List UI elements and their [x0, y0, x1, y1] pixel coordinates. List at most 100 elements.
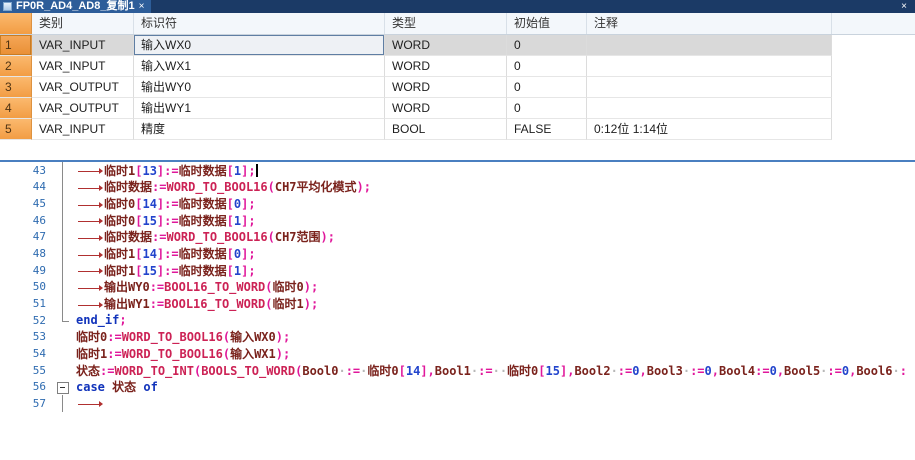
code-token: [ [227, 164, 234, 178]
line-number[interactable]: 46 [0, 214, 52, 227]
comment-cell[interactable]: 0:12位 1:14位 [587, 119, 832, 140]
line-number[interactable]: 44 [0, 180, 52, 193]
type-cell[interactable]: WORD [385, 77, 507, 98]
code-token: := [164, 247, 178, 261]
initial-value-cell[interactable]: FALSE [507, 119, 587, 140]
code-token: 0 [234, 197, 241, 211]
row-number-cell[interactable]: 2 [0, 56, 32, 77]
variable-row[interactable]: 2VAR_INPUT输入WX1WORD0 [0, 56, 915, 77]
category-cell[interactable]: VAR_INPUT [32, 35, 134, 56]
column-header-identifier[interactable]: 标识符 [134, 13, 385, 34]
line-number[interactable]: 56 [0, 380, 52, 393]
category-cell[interactable]: VAR_OUTPUT [32, 77, 134, 98]
line-number[interactable]: 49 [0, 264, 52, 277]
row-number-cell[interactable]: 1 [0, 35, 32, 56]
initial-value-cell[interactable]: 0 [507, 98, 587, 119]
column-header-type[interactable]: 类型 [385, 13, 507, 34]
code-line[interactable]: 50输出WY0:=BOOL16_TO_WORD(临时0); [0, 279, 915, 296]
code-token: 输入WX0 [230, 330, 276, 344]
identifier-cell[interactable]: 输入WX1 [134, 56, 385, 77]
code-token: case [76, 380, 105, 394]
code-line[interactable]: 43临时1[13]:=临时数据[1]; [0, 162, 915, 179]
comment-cell[interactable] [587, 35, 832, 56]
table-corner-cell[interactable] [0, 13, 32, 34]
category-cell[interactable]: VAR_INPUT [32, 56, 134, 77]
code-text: 临时0[15]:=临时数据[1]; [72, 212, 915, 229]
initial-value-cell[interactable]: 0 [507, 77, 587, 98]
document-tab[interactable]: FP0R_AD4_AD8_复制1 × [0, 0, 151, 13]
column-header-comment[interactable]: 注释 [587, 13, 832, 34]
code-line[interactable]: 46 临时0[15]:=临时数据[1]; [0, 212, 915, 229]
code-token: CH7范围 [275, 230, 321, 244]
tab-title: FP0R_AD4_AD8_复制1 [16, 0, 135, 13]
code-line[interactable]: 54临时1:=WORD_TO_BOOL16(输入WX1); [0, 345, 915, 362]
line-number[interactable]: 43 [0, 164, 52, 177]
tab-arrow-icon [76, 200, 104, 210]
code-token: 15 [546, 364, 560, 378]
code-line[interactable]: 49临时1[15]:=临时数据[1]; [0, 262, 915, 279]
code-text: 临时0:=WORD_TO_BOOL16(输入WX0); [72, 328, 915, 345]
code-line[interactable]: 44临时数据:=WORD_TO_BOOL16(CH7平均化模式); [0, 179, 915, 196]
code-line[interactable]: 52end_if; [0, 312, 915, 329]
row-number-cell[interactable]: 4 [0, 98, 32, 119]
code-line[interactable]: 45临时0[14]:=临时数据[0]; [0, 195, 915, 212]
code-token: WORD_TO_BOOL16 [122, 330, 223, 344]
comment-cell[interactable] [587, 98, 832, 119]
identifier-cell[interactable]: 输出WY1 [134, 98, 385, 119]
line-number[interactable]: 55 [0, 364, 52, 377]
fold-collapse-icon[interactable] [52, 379, 72, 396]
code-token: := [100, 364, 114, 378]
line-number[interactable]: 53 [0, 330, 52, 343]
code-token: 1 [234, 264, 241, 278]
initial-value-cell[interactable]: 0 [507, 56, 587, 77]
line-number[interactable]: 48 [0, 247, 52, 260]
code-token: := [346, 364, 360, 378]
category-cell[interactable]: VAR_OUTPUT [32, 98, 134, 119]
variable-row[interactable]: 4VAR_OUTPUT输出WY1WORD0 [0, 98, 915, 119]
line-number[interactable]: 47 [0, 230, 52, 243]
code-token: 临时0 [104, 214, 135, 228]
initial-value-cell[interactable]: 0 [507, 35, 587, 56]
code-line[interactable]: 47临时数据:=WORD_TO_BOOL16(CH7范围); [0, 229, 915, 246]
line-number[interactable]: 52 [0, 314, 52, 327]
code-token: 15 [142, 214, 156, 228]
identifier-cell[interactable]: 输入WX0 [134, 35, 385, 56]
line-number[interactable]: 54 [0, 347, 52, 360]
code-token: [ [227, 264, 234, 278]
code-token: ; [283, 330, 290, 344]
variable-row[interactable]: 1VAR_INPUT输入WX0WORD0 [0, 35, 915, 56]
comment-cell[interactable] [587, 56, 832, 77]
code-token: := [152, 180, 166, 194]
type-cell[interactable]: WORD [385, 35, 507, 56]
code-token: Bool4 [719, 364, 755, 378]
code-token: 临时数据 [104, 180, 152, 194]
tabbar-close-icon[interactable]: × [901, 0, 907, 13]
column-header-category[interactable]: 类别 [32, 13, 134, 34]
code-line[interactable]: 53 临时0:=WORD_TO_BOOL16(输入WX0); [0, 329, 915, 346]
row-number-cell[interactable]: 3 [0, 77, 32, 98]
column-header-initial-value[interactable]: 初始值 [507, 13, 587, 34]
type-cell[interactable]: WORD [385, 56, 507, 77]
code-line[interactable]: 55状态:=WORD_TO_INT(BOOLS_TO_WORD(Bool0·:=… [0, 362, 915, 379]
category-cell[interactable]: VAR_INPUT [32, 119, 134, 140]
line-number[interactable]: 57 [0, 397, 52, 410]
line-number[interactable]: 50 [0, 280, 52, 293]
type-cell[interactable]: WORD [385, 98, 507, 119]
variable-row[interactable]: 3VAR_OUTPUT输出WY0WORD0 [0, 77, 915, 98]
st-code-editor[interactable]: 43临时1[13]:=临时数据[1];44临时数据:=WORD_TO_BOOL1… [0, 162, 915, 412]
code-token: BOOLS_TO_WORD [201, 364, 295, 378]
row-number-cell[interactable]: 5 [0, 119, 32, 140]
identifier-cell[interactable]: 精度 [134, 119, 385, 140]
variable-row[interactable]: 5VAR_INPUT精度BOOLFALSE0:12位 1:14位 [0, 119, 915, 140]
code-line[interactable]: 51输出WY1:=BOOL16_TO_WORD(临时1); [0, 295, 915, 312]
comment-cell[interactable] [587, 77, 832, 98]
line-number[interactable]: 51 [0, 297, 52, 310]
line-number[interactable]: 45 [0, 197, 52, 210]
tab-close-icon[interactable]: × [139, 0, 145, 13]
identifier-cell[interactable]: 输出WY0 [134, 77, 385, 98]
code-line[interactable]: 48临时1[14]:=临时数据[0]; [0, 245, 915, 262]
code-token: [ [227, 247, 234, 261]
type-cell[interactable]: BOOL [385, 119, 507, 140]
code-line[interactable]: 56case 状态 of [0, 379, 915, 396]
code-line[interactable]: 57 [0, 395, 915, 412]
